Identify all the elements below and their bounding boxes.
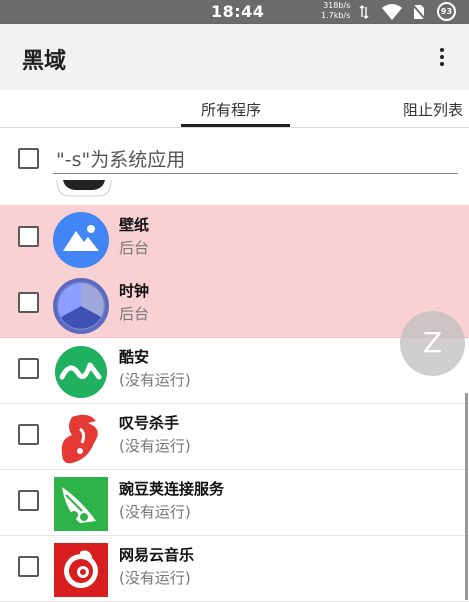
fab-label: Z — [422, 326, 443, 359]
app-status: (没有运行) — [119, 569, 191, 587]
app-name: 网易云音乐 — [119, 546, 195, 564]
app-name: 酷安 — [119, 348, 150, 366]
app-checkbox[interactable] — [18, 490, 39, 511]
app-row-exclamation-killer[interactable]: 叹号杀手 (没有运行) — [0, 403, 469, 470]
clock-icon — [53, 278, 109, 334]
app-name: 壁纸 — [119, 216, 150, 234]
app-row-coolapk[interactable]: 酷安 (没有运行) — [0, 337, 469, 404]
app-row-netease-music[interactable]: 网易云音乐 (没有运行) — [0, 535, 469, 602]
status-time: 18:44 — [211, 2, 265, 21]
battery-icon: 93 — [437, 2, 456, 21]
wifi-icon — [382, 4, 402, 20]
app-status: (没有运行) — [119, 503, 191, 521]
tab-bar: 所有程序 阻止列表 — [0, 90, 469, 128]
app-status: 后台 — [119, 305, 150, 323]
wallpaper-icon — [53, 212, 109, 268]
upload-speed: 318b/s — [323, 1, 351, 10]
tab-all-apps[interactable]: 所有程序 — [201, 99, 261, 120]
filter-row — [0, 128, 469, 182]
more-vert-icon[interactable] — [432, 45, 452, 73]
app-row-clock[interactable]: 时钟 后台 — [0, 271, 469, 338]
app-checkbox[interactable] — [18, 226, 39, 247]
select-all-checkbox[interactable] — [18, 148, 39, 169]
download-speed: 1.7kb/s — [321, 11, 351, 20]
app-checkbox[interactable] — [18, 424, 39, 445]
app-checkbox[interactable] — [18, 292, 39, 313]
app-status: (没有运行) — [119, 437, 191, 455]
battery-level: 93 — [440, 7, 453, 16]
wandoujia-icon — [54, 477, 108, 531]
app-status: (没有运行) — [119, 371, 191, 389]
app-status: 后台 — [119, 239, 150, 257]
status-bar: 18:44 318b/s 1.7kb/s 93 — [0, 0, 469, 24]
app-row-wandoujia[interactable]: 豌豆荚连接服务 (没有运行) — [0, 469, 469, 536]
exclamation-killer-icon — [61, 414, 98, 464]
network-speed: 318b/s 1.7kb/s — [321, 1, 350, 21]
filter-input[interactable] — [53, 146, 458, 174]
app-name: 豌豆荚连接服务 — [119, 480, 225, 498]
tab-indicator — [181, 124, 290, 127]
z-icon[interactable]: Z — [400, 311, 465, 376]
partial-app-icon — [56, 180, 112, 197]
tab-block-list[interactable]: 阻止列表 — [403, 99, 463, 120]
app-bar: 黑域 — [0, 24, 469, 90]
app-name: 叹号杀手 — [119, 414, 180, 432]
app-checkbox[interactable] — [18, 358, 39, 379]
app-row-wallpaper[interactable]: 壁纸 后台 — [0, 205, 469, 272]
data-arrows-icon — [359, 5, 369, 19]
netease-music-icon — [54, 543, 108, 597]
no-sim-icon — [412, 4, 426, 20]
app-checkbox[interactable] — [18, 556, 39, 577]
scrollbar[interactable] — [465, 393, 468, 600]
coolapk-icon — [55, 346, 107, 398]
app-title: 黑域 — [22, 49, 67, 74]
app-name: 时钟 — [119, 282, 150, 300]
